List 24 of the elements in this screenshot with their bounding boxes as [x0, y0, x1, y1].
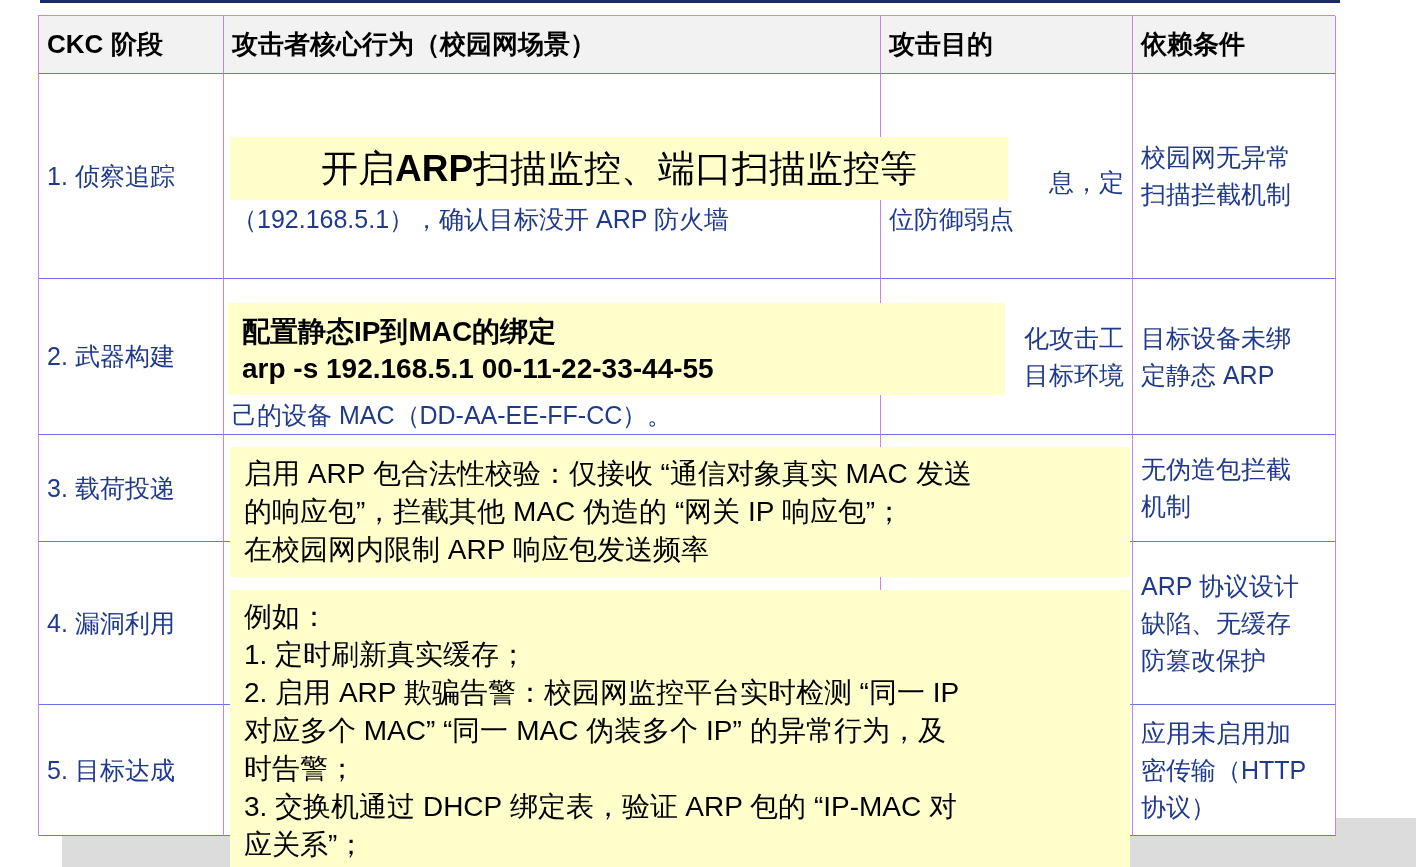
- sticky-note: 例如： 1. 定时刷新真实缓存； 2. 启用 ARP 欺骗告警：校园网监控平台实时检测 “同一 IP 对应多个 MAC” “同一 MAC 伪装多个 IP” 的异常行为，及 时告警； 3. 交换机通过 DHCP 绑定表，验证 ARP 包的 “IP-MAC 对 应关系”；: [230, 590, 1130, 867]
- condition-cell: 校园网无异常扫描拦截机制: [1133, 74, 1336, 279]
- stage-cell: 3. 载荷投递: [39, 435, 224, 542]
- condition-cell: 目标设备未绑定静态 ARP: [1133, 279, 1336, 435]
- column-header: 攻击者核心行为（校园网场景）: [224, 16, 881, 74]
- stage-cell: 2. 武器构建: [39, 279, 224, 435]
- stage-cell: 5. 目标达成: [39, 705, 224, 836]
- stage-cell: 1. 侦察追踪: [39, 74, 224, 279]
- column-header: CKC 阶段: [39, 16, 224, 74]
- stage-cell: 4. 漏洞利用: [39, 542, 224, 705]
- cell-text: 息，定: [1049, 167, 1124, 198]
- cell-text: 己的设备 MAC（DD-AA-EE-FF-CC）。: [232, 400, 674, 431]
- column-header: 攻击目的: [881, 16, 1133, 74]
- sticky-note: 开启ARP扫描监控、端口扫描监控等: [230, 137, 1008, 200]
- cell-text: （192.168.5.1），确认目标没开 ARP 防火墙: [232, 204, 730, 235]
- condition-cell: 无伪造包拦截机制: [1133, 435, 1336, 542]
- sticky-note: 启用 ARP 包合法性校验：仅接收 “通信对象真实 MAC 发送 的响应包”，拦截其他 MAC 伪造的 “网关 IP 响应包”； 在校园网内限制 ARP 响应包发送频率: [230, 447, 1130, 577]
- condition-cell: ARP 协议设计缺陷、无缓存防篡改保护: [1133, 542, 1336, 705]
- cell-text: 化攻击工: [1024, 322, 1124, 354]
- sticky-note: 配置静态IP到MAC的绑定 arp -s 192.168.5.1 00-11-22-33-44-55: [228, 303, 1005, 395]
- column-header: 依赖条件: [1133, 16, 1336, 74]
- condition-cell: 应用未启用加密传输（HTTP 协议）: [1133, 705, 1336, 836]
- cell-text: 目标环境: [1024, 359, 1124, 391]
- cell-text: 位防御弱点: [889, 204, 1015, 235]
